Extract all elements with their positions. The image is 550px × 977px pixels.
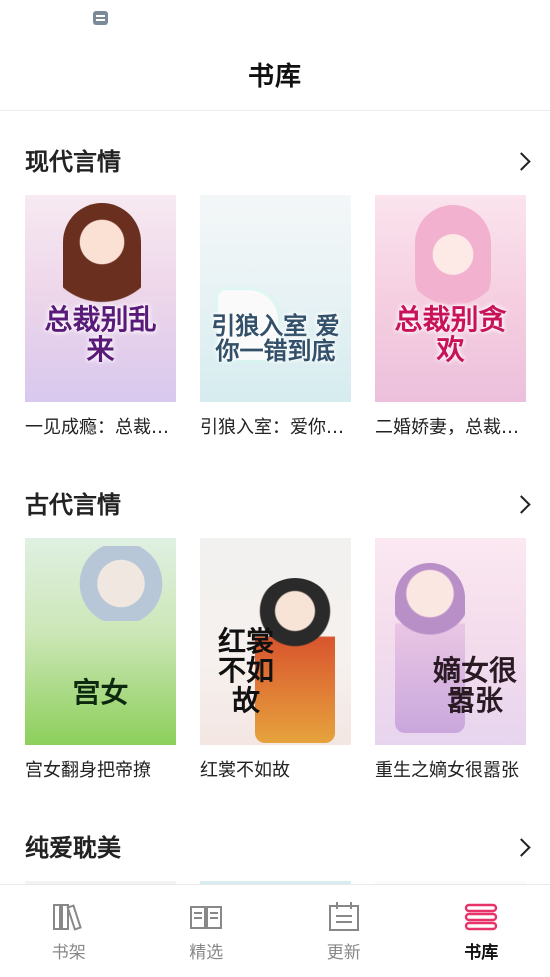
cover-title: 总裁别乱来 [44,303,157,366]
chevron-right-icon[interactable] [512,838,531,857]
section-modern-romance: 现代言情 总裁别乱来 一见成瘾：总裁别乱来 引狼入室 爱你一错到底 引狼入室：爱… [0,111,550,441]
book-card[interactable]: 引狼入室 爱你一错到底 引狼入室：爱你一错到底 [200,195,351,441]
chevron-right-icon[interactable] [512,495,531,514]
cover-illustration [76,546,166,621]
book-cover[interactable]: 引狼入室 爱你一错到底 [200,195,351,402]
section-title: 古代言情 [25,491,121,519]
section-title: 现代言情 [25,148,121,176]
tab-label: 精选 [189,943,224,963]
book-cover[interactable]: 总裁别贪欢 [375,195,526,402]
book-cover[interactable]: 宫女 [25,538,176,745]
bottom-tab-bar: 书架 精选 更新 书库 [0,884,550,977]
book-card[interactable]: 红裳不如故 红裳不如故 [200,538,351,784]
book-title: 引狼入室：爱你一错到底 [200,417,351,438]
tab-label: 书库 [464,943,499,963]
chevron-right-icon[interactable] [512,152,531,171]
calendar-icon [326,899,362,935]
book-card[interactable]: 总裁别乱来 一见成瘾：总裁别乱来 [25,195,176,441]
book-title: 宫女翻身把帝撩 [25,760,151,781]
status-bar [0,0,550,38]
book-cover[interactable]: 嫡女很嚣张 [375,538,526,745]
book-card[interactable]: 总裁别贪欢 二婚娇妻，总裁别贪欢 [375,195,526,441]
book-cover[interactable]: 红裳不如故 [200,538,351,745]
cover-title: 总裁别贪欢 [394,303,507,366]
page-title: 书库 [247,61,302,92]
cover-title: 嫡女很嚣张 [432,654,517,717]
book-card[interactable]: 宫女 宫女翻身把帝撩 [25,538,176,784]
cover-title: 宫女 [72,675,129,709]
section-ancient-romance: 古代言情 宫女 宫女翻身把帝撩 红裳不如故 红裳不如故 嫡女很嚣张 重生之嫡女很… [0,454,550,784]
open-book-icon [188,899,224,935]
book-title: 一见成瘾：总裁别乱来 [25,417,176,438]
book-card[interactable]: 嫡女很嚣张 重生之嫡女很嚣张 [375,538,526,784]
section-header[interactable]: 纯爱耽美 [0,797,550,881]
tab-label: 书架 [51,943,86,963]
tab-bookshelf[interactable]: 书架 [0,885,138,977]
book-cover[interactable]: 总裁别乱来 [25,195,176,402]
cover-title: 红裳不如故 [217,624,274,717]
section-header[interactable]: 现代言情 [0,111,550,195]
book-title: 二婚娇妻，总裁别贪欢 [375,417,526,438]
notification-icon [93,11,108,25]
tab-updates[interactable]: 更新 [275,885,413,977]
section-title: 纯爱耽美 [25,834,121,862]
tab-label: 更新 [326,943,361,963]
section-header[interactable]: 古代言情 [0,454,550,538]
tab-library[interactable]: 书库 [413,885,550,977]
book-title: 重生之嫡女很嚣张 [375,760,519,781]
cover-title: 引狼入室 爱你一错到底 [211,311,340,365]
section-pure-love: 纯爱耽美 [0,797,550,885]
library-stack-icon [463,899,499,935]
cover-illustration [415,205,491,315]
tab-featured[interactable]: 精选 [138,885,276,977]
library-content[interactable]: 现代言情 总裁别乱来 一见成瘾：总裁别乱来 引狼入室 爱你一错到底 引狼入室：爱… [0,111,550,885]
header: 书库 [0,38,550,111]
book-title: 红裳不如故 [200,760,290,781]
bookshelf-icon [51,899,87,935]
